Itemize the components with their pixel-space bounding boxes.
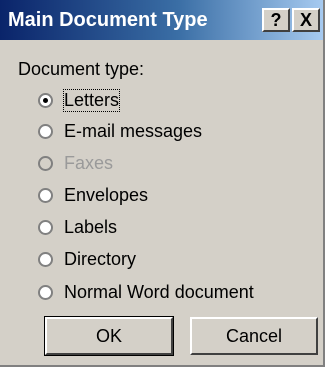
option-email-messages[interactable]: E-mail messages (38, 117, 202, 145)
radio-envelopes[interactable] (38, 187, 53, 203)
radio-normal-word-document[interactable] (38, 284, 53, 300)
document-type-label: Document type: (18, 59, 145, 79)
option-letters[interactable]: Letters (38, 86, 121, 114)
radio-faxes (38, 155, 53, 171)
help-button[interactable]: ? (262, 8, 290, 32)
option-letters-label: Letters (62, 88, 121, 112)
option-labels-label: Labels (64, 216, 118, 237)
radio-email-messages[interactable] (38, 123, 53, 139)
title-bar[interactable]: Main Document Type ? X (0, 0, 323, 40)
dialog-title: Main Document Type (8, 9, 208, 31)
option-normal-word-document-label: Normal Word document (64, 281, 254, 302)
radio-directory[interactable] (38, 251, 53, 267)
option-email-messages-label: E-mail messages (64, 120, 203, 141)
radio-letters[interactable] (38, 92, 53, 108)
option-envelopes[interactable]: Envelopes (38, 181, 148, 209)
main-document-type-dialog: Main Document Type ? X Document type: Le… (0, 0, 325, 367)
option-directory-label: Directory (64, 248, 137, 269)
cancel-button[interactable]: Cancel (190, 317, 318, 355)
option-labels[interactable]: Labels (38, 213, 117, 241)
option-normal-word-document[interactable]: Normal Word document (38, 278, 254, 306)
option-faxes: Faxes (38, 149, 113, 177)
ok-button[interactable]: OK (44, 316, 174, 356)
option-envelopes-label: Envelopes (64, 184, 149, 205)
radio-labels[interactable] (38, 219, 53, 235)
option-faxes-label: Faxes (64, 152, 114, 173)
close-button[interactable]: X (292, 8, 320, 32)
option-directory[interactable]: Directory (38, 245, 136, 273)
